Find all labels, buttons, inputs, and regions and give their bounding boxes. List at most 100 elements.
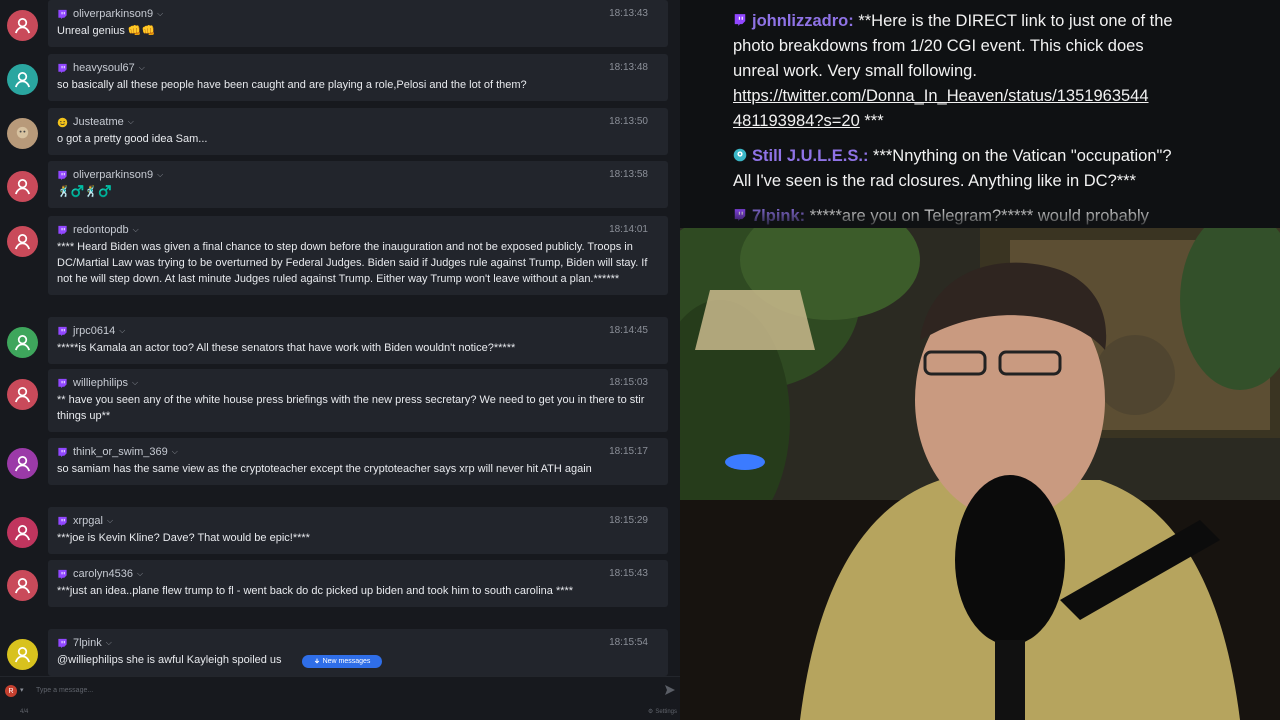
chevron-down-icon[interactable]: ⌵: [139, 63, 145, 73]
chevron-down-icon[interactable]: ⌵: [172, 447, 178, 457]
settings-button[interactable]: ⚙ Settings: [647, 708, 677, 716]
message-text: o got a pretty good idea Sam...: [57, 133, 208, 145]
overlay-message-line: All I've seen is the rad closures. Anyth…: [733, 172, 1136, 191]
username[interactable]: carolyn4536: [73, 568, 133, 580]
message-timestamp: 18:15:29: [609, 515, 648, 526]
message-bubble[interactable]: oliverparkinson9 ⌵ 18:13:43 Unreal genius 👊…: [48, 0, 668, 47]
periscope-badge-icon: [733, 148, 747, 162]
message-timestamp: 18:13:48: [609, 62, 648, 73]
twitch-badge-icon: [57, 9, 68, 20]
username[interactable]: xrpgal: [73, 515, 103, 527]
account-avatar[interactable]: R: [5, 685, 17, 697]
message-header: oliverparkinson9 ⌵ 18:13:43: [57, 7, 658, 21]
username[interactable]: 7lpink: [73, 637, 102, 649]
settings-label: Settings: [655, 708, 677, 715]
message-timestamp: 18:14:01: [609, 224, 648, 235]
message-bubble[interactable]: think_or_swim_369 ⌵ 18:15:17 so samiam has …: [48, 438, 668, 485]
user-avatar-icon[interactable]: [7, 64, 38, 95]
chevron-down-icon[interactable]: ⌵: [157, 170, 163, 180]
message-bubble[interactable]: Justeatme ⌵ 18:13:50 o got a pretty good id…: [48, 108, 668, 155]
message-bubble[interactable]: carolyn4536 ⌵ 18:15:43 ***just an idea..pla…: [48, 560, 668, 607]
gear-icon: ⚙: [647, 709, 654, 715]
username[interactable]: think_or_swim_369: [73, 446, 168, 458]
message-bubble[interactable]: xrpgal ⌵ 18:15:29 ***joe is Kevin Kline? Da…: [48, 507, 668, 554]
tweet-link[interactable]: 481193984?s=20: [733, 112, 860, 130]
user-avatar-icon[interactable]: [7, 226, 38, 257]
twitch-badge-icon: [733, 13, 747, 27]
chevron-down-icon[interactable]: ⌵: [128, 117, 134, 127]
username[interactable]: williephilips: [73, 377, 128, 389]
user-avatar-icon[interactable]: [7, 517, 38, 548]
chevron-down-icon[interactable]: ▾: [20, 686, 24, 694]
chevron-down-icon[interactable]: ⌵: [106, 638, 112, 648]
username[interactable]: oliverparkinson9: [73, 169, 153, 181]
overlay-message-line: photo breakdowns from 1/20 CGI event. Th…: [733, 37, 1144, 56]
user-avatar-icon[interactable]: [7, 448, 38, 479]
username[interactable]: heavysoul67: [73, 62, 135, 74]
message-bubble[interactable]: heavysoul67 ⌵ 18:13:48 so basically all the…: [48, 54, 668, 101]
chat-message-list[interactable]: oliverparkinson9 ⌵ 18:13:43 Unreal genius 👊…: [0, 0, 680, 676]
message-input[interactable]: [36, 682, 656, 699]
twitch-badge-icon: [57, 326, 68, 337]
message-text: ***joe is Kevin Kline? Dave? That would …: [57, 532, 310, 544]
twitch-badge-icon: [57, 569, 68, 580]
chevron-down-icon[interactable]: ⌵: [119, 326, 125, 336]
message-header: Justeatme ⌵ 18:13:50: [57, 115, 658, 129]
overlay-message-line: Still J.U.L.E.S.: ***Nnything on the Vat…: [733, 147, 1172, 166]
message-timestamp: 18:15:43: [609, 568, 648, 579]
message-timestamp: 18:13:50: [609, 116, 648, 127]
user-avatar-icon[interactable]: [7, 10, 38, 41]
chevron-down-icon[interactable]: ⌵: [157, 9, 163, 19]
user-avatar-icon[interactable]: [7, 118, 38, 149]
username[interactable]: redontopdb: [73, 224, 129, 236]
tweet-link[interactable]: https://twitter.com/Donna_In_Heaven/stat…: [733, 87, 1149, 105]
twitch-badge-icon: [57, 225, 68, 236]
message-text: 🕺♂️🕺♂️: [57, 186, 112, 198]
chat-panel: oliverparkinson9 ⌵ 18:13:43 Unreal genius 👊…: [0, 0, 680, 720]
message-bubble[interactable]: oliverparkinson9 ⌵ 18:13:58 🕺♂️🕺♂️: [48, 161, 668, 208]
user-avatar-icon[interactable]: [7, 570, 38, 601]
message-timestamp: 18:15:03: [609, 377, 648, 388]
overlay-message-text: unreal work. Very small following.: [733, 62, 977, 80]
message-bubble[interactable]: 7lpink ⌵ 18:15:54 @williephilips she is awf…: [48, 629, 668, 676]
message-bubble[interactable]: williephilips ⌵ 18:15:03 ** have you seen a…: [48, 369, 668, 432]
user-avatar-icon[interactable]: [7, 379, 38, 410]
user-avatar-icon[interactable]: [7, 171, 38, 202]
chat-overlay: johnlizzadro: **Here is the DIRECT link …: [680, 0, 1280, 228]
send-icon[interactable]: [664, 684, 676, 696]
message-counter: 4/4: [20, 709, 29, 715]
message-header: oliverparkinson9 ⌵ 18:13:58: [57, 168, 658, 182]
chat-composer: R ▾ 4/4 ⚙ Settings: [0, 676, 680, 720]
message-header: 7lpink ⌵ 18:15:54: [57, 636, 658, 650]
chevron-down-icon[interactable]: ⌵: [132, 378, 138, 388]
username[interactable]: Justeatme: [73, 116, 124, 128]
message-text: ***just an idea..plane flew trump to fl …: [57, 585, 574, 597]
message-header: think_or_swim_369 ⌵ 18:15:17: [57, 445, 658, 459]
new-messages-label: New messages: [322, 658, 371, 665]
overlay-link-line: 481193984?s=20 ***: [733, 112, 884, 131]
message-timestamp: 18:15:17: [609, 446, 648, 457]
user-avatar-icon[interactable]: [7, 327, 38, 358]
overlay-username: Still J.U.L.E.S.:: [752, 147, 869, 165]
twitch-badge-icon: [57, 638, 68, 649]
message-bubble[interactable]: jrpc0614 ⌵ 18:14:45 *****is Kamala an actor…: [48, 317, 668, 364]
arrow-down-icon: [314, 658, 320, 666]
message-timestamp: 18:13:58: [609, 169, 648, 180]
message-text: *****is Kamala an actor too? All these s…: [57, 342, 516, 354]
chevron-down-icon[interactable]: ⌵: [107, 516, 113, 526]
twitch-badge-icon: [57, 170, 68, 181]
username[interactable]: jrpc0614: [73, 325, 115, 337]
username[interactable]: oliverparkinson9: [73, 8, 153, 20]
message-timestamp: 18:15:54: [609, 637, 648, 648]
overlay-message-text: ***Nnything on the Vatican "occupation"?: [873, 147, 1172, 165]
message-header: redontopdb ⌵ 18:14:01: [57, 223, 658, 237]
new-messages-button[interactable]: New messages: [302, 655, 382, 668]
chevron-down-icon[interactable]: ⌵: [133, 225, 139, 235]
overlay-message-text: All I've seen is the rad closures. Anyth…: [733, 172, 1137, 190]
user-avatar-icon[interactable]: [7, 639, 38, 670]
chevron-down-icon[interactable]: ⌵: [137, 569, 143, 579]
app-root: oliverparkinson9 ⌵ 18:13:43 Unreal genius 👊…: [0, 0, 1280, 720]
message-text: so samiam has the same view as the crypt…: [57, 463, 592, 475]
message-text: **** Heard Biden was given a final chanc…: [57, 241, 648, 285]
message-bubble[interactable]: redontopdb ⌵ 18:14:01 **** Heard Biden was …: [48, 216, 668, 295]
